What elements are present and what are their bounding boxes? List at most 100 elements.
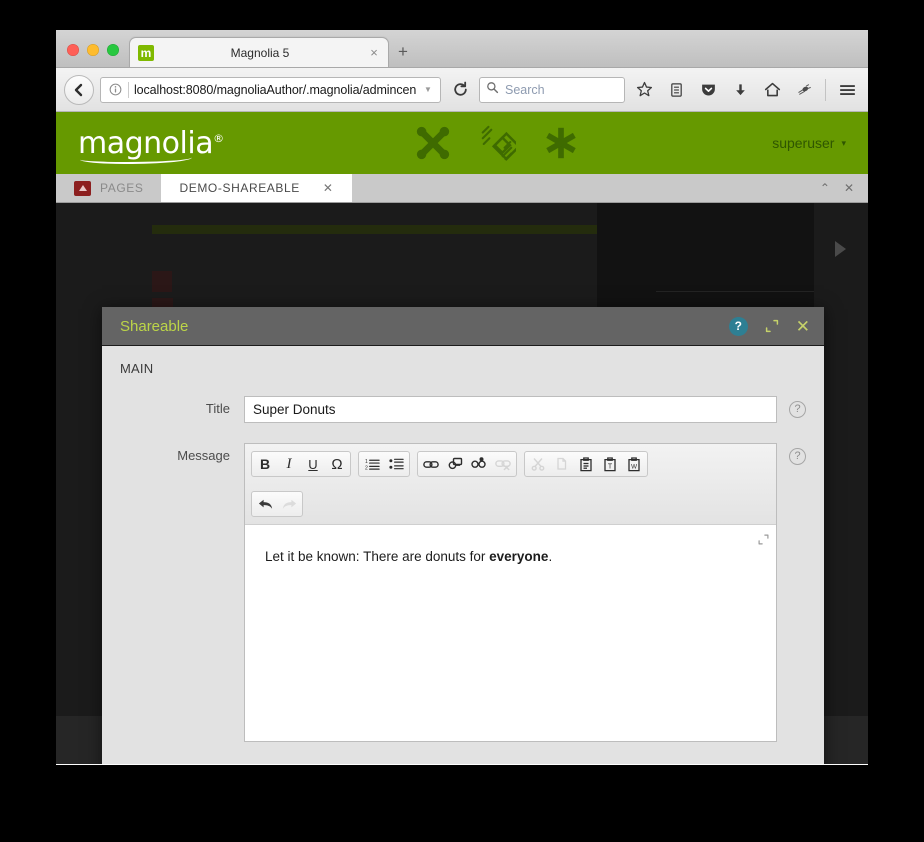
- identity-info-icon[interactable]: [107, 82, 123, 98]
- chevron-down-icon[interactable]: ▼: [420, 85, 436, 94]
- diamond-pattern-icon[interactable]: [478, 124, 521, 162]
- urlbar-separator: [128, 81, 129, 98]
- special-character-icon[interactable]: Ω: [325, 453, 349, 475]
- new-tab-button[interactable]: +: [389, 37, 417, 67]
- magnolia-header: magnolia® superuser ▾: [56, 112, 868, 174]
- user-name: superuser: [772, 135, 835, 151]
- minimize-window-button[interactable]: [87, 44, 99, 56]
- svg-text:2: 2: [365, 466, 368, 471]
- svg-text:1: 1: [365, 459, 368, 465]
- underline-icon[interactable]: U: [301, 453, 325, 475]
- section-label-main: MAIN: [120, 361, 154, 376]
- toolbar-divider: [825, 78, 826, 101]
- help-icon[interactable]: ?: [728, 316, 748, 336]
- bulleted-list-icon[interactable]: [384, 453, 408, 475]
- library-icon[interactable]: [663, 77, 689, 103]
- message-field-label: Message: [177, 448, 230, 463]
- back-icon[interactable]: [64, 74, 94, 105]
- title-input[interactable]: [244, 396, 777, 423]
- maximize-icon[interactable]: [765, 319, 779, 333]
- dialog-title: Shareable: [120, 317, 189, 335]
- cut-icon: [526, 453, 550, 475]
- firefox-addon-icon[interactable]: [791, 77, 817, 103]
- help-icon[interactable]: ?: [789, 448, 806, 465]
- home-icon[interactable]: [759, 77, 785, 103]
- message-suffix: .: [548, 549, 553, 564]
- tabbar-actions: ⌃ ✕: [820, 174, 868, 202]
- dimmed-page-editor-background: H Unpublished Shareable ?: [56, 203, 868, 764]
- toolbar-group-history: [251, 491, 303, 517]
- browser-window: m Magnolia 5 × + localhost:8080/magnolia…: [56, 30, 868, 765]
- undo-icon[interactable]: [253, 493, 277, 515]
- title-field-label: Title: [205, 401, 230, 416]
- editor-content-area[interactable]: Let it be known: There are donuts for ev…: [245, 525, 776, 741]
- downloads-icon[interactable]: [727, 77, 753, 103]
- paste-as-text-icon[interactable]: T: [598, 453, 622, 475]
- resize-handle-icon[interactable]: [758, 531, 769, 545]
- pocket-icon[interactable]: [695, 77, 721, 103]
- url-bar[interactable]: localhost:8080/magnoliaAuthor/.magnolia/…: [100, 76, 441, 103]
- magnolia-favicon: m: [138, 44, 154, 61]
- browser-nav-toolbar: localhost:8080/magnoliaAuthor/.magnolia/…: [56, 68, 868, 112]
- dialog-header-actions: ? ✕: [728, 316, 810, 336]
- shareable-dialog: Shareable ? ✕ MAIN Title Super Donuts ? …: [102, 307, 824, 764]
- ghost-block: [152, 271, 172, 292]
- internal-link-icon[interactable]: [443, 453, 467, 475]
- ghost-separator: [656, 291, 814, 292]
- tabbar-spacer: [352, 174, 820, 202]
- redo-icon: [277, 493, 301, 515]
- message-bold: everyone: [489, 549, 549, 564]
- close-window-button[interactable]: [67, 44, 79, 56]
- magnolia-logo[interactable]: magnolia®: [78, 126, 224, 164]
- help-icon[interactable]: ?: [789, 401, 806, 418]
- bold-icon[interactable]: B: [253, 453, 277, 475]
- numbered-list-icon[interactable]: 1 2: [360, 453, 384, 475]
- copy-icon: [550, 453, 574, 475]
- close-all-icon[interactable]: ✕: [844, 181, 854, 195]
- close-icon[interactable]: ✕: [796, 318, 810, 335]
- toolbar-group-clipboard: T W: [524, 451, 648, 477]
- form-row-title: Title ?: [102, 396, 824, 423]
- browser-tab-title: Magnolia 5: [230, 45, 290, 60]
- toolbar-group-formatting: B I U Ω: [251, 451, 351, 477]
- user-menu[interactable]: superuser ▾: [772, 135, 846, 151]
- pulse-x-icon[interactable]: [414, 124, 452, 162]
- search-icon: [486, 81, 499, 99]
- link-icon[interactable]: [419, 453, 443, 475]
- logo-swoosh: [80, 153, 192, 164]
- editor-toolbar: B I U Ω 1 2 T W: [245, 444, 776, 525]
- maximize-window-button[interactable]: [107, 44, 119, 56]
- toolbar-group-links: [417, 451, 517, 477]
- collapse-chevron-icon[interactable]: ⌃: [820, 181, 830, 195]
- tab-demo-shareable[interactable]: DEMO-SHAREABLE ✕: [161, 174, 352, 202]
- italic-icon[interactable]: I: [277, 453, 301, 475]
- bookmark-star-icon[interactable]: [631, 77, 657, 103]
- editor-message-text: Let it be known: There are donuts for ev…: [265, 547, 756, 567]
- unlink-icon: [491, 453, 515, 475]
- search-input[interactable]: Search: [505, 83, 545, 97]
- sidebar-item-pages[interactable]: PAGES: [56, 174, 161, 202]
- title-field-wrapper: [244, 396, 777, 423]
- search-bar[interactable]: Search: [479, 76, 625, 103]
- paste-from-word-icon[interactable]: W: [622, 453, 646, 475]
- dialog-header: Shareable ? ✕: [102, 307, 824, 346]
- message-prefix: Let it be known: There are donuts for: [265, 549, 490, 564]
- expand-arrow-icon[interactable]: [835, 241, 846, 257]
- pages-app-icon: [74, 180, 91, 196]
- tab-label-pages: PAGES: [100, 181, 144, 195]
- dialog-body: MAIN Title ? Message: [102, 346, 824, 764]
- hamburger-menu-icon[interactable]: [834, 77, 860, 103]
- browser-tab[interactable]: m Magnolia 5 ×: [129, 37, 389, 67]
- close-tab-icon[interactable]: ×: [366, 45, 382, 61]
- asterisk-icon[interactable]: [542, 124, 580, 162]
- paste-icon[interactable]: [574, 453, 598, 475]
- browser-tab-strip: m Magnolia 5 × +: [56, 30, 868, 68]
- chevron-down-icon: ▾: [841, 137, 846, 148]
- reload-icon[interactable]: [447, 77, 473, 103]
- close-tab-icon[interactable]: ✕: [323, 181, 334, 195]
- form-row-message: Message B I U Ω 1 2 T W Let it be known:…: [102, 443, 824, 742]
- ghost-toolbar: [152, 225, 658, 234]
- message-field-wrapper: B I U Ω 1 2 T W Let it be known: There a…: [244, 443, 777, 742]
- anchor-icon[interactable]: [467, 453, 491, 475]
- toolbar-group-lists: 1 2: [358, 451, 410, 477]
